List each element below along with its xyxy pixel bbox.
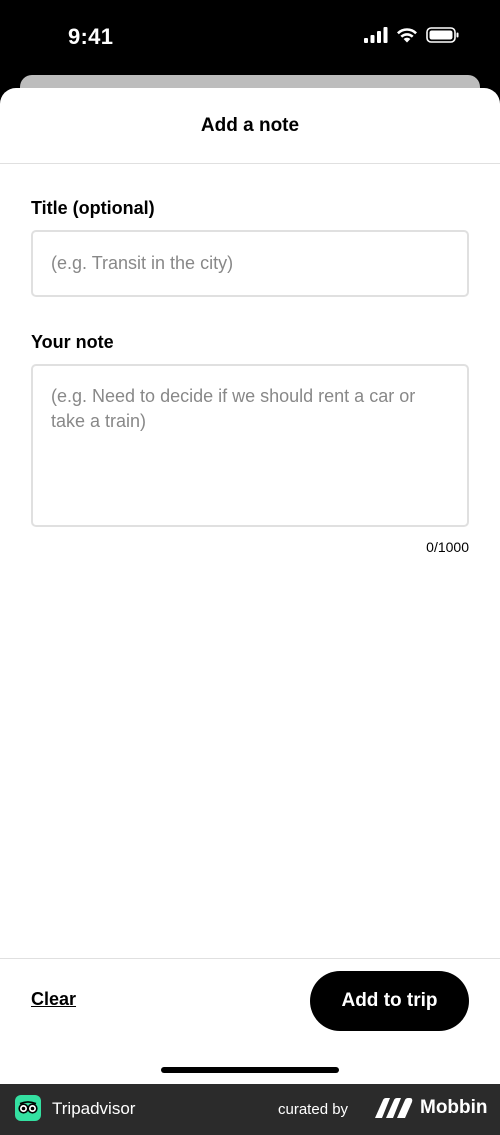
sheet-title: Add a note	[200, 114, 300, 136]
tripadvisor-logo-icon	[15, 1095, 41, 1121]
title-field-label: Title (optional)	[31, 198, 155, 218]
attribution-bar: Tripadvisor curated by Mobbin	[0, 1084, 500, 1135]
note-textarea[interactable]	[33, 366, 467, 525]
battery-icon	[426, 27, 459, 43]
sheet-header: Add a note	[0, 88, 500, 164]
status-time: 9:41	[68, 24, 114, 49]
sheet-footer: Clear Add to trip	[0, 958, 500, 1084]
status-icons	[364, 27, 460, 43]
signal-icon	[364, 27, 388, 43]
title-input-container	[31, 230, 469, 297]
mobbin-logo-icon	[375, 1098, 413, 1118]
note-input-container	[31, 364, 469, 527]
curator-name: Mobbin	[420, 1097, 488, 1118]
home-indicator	[161, 1067, 339, 1073]
wifi-icon	[397, 28, 417, 43]
note-field-label: Your note	[31, 332, 114, 352]
brand-name: Tripadvisor	[52, 1099, 136, 1118]
add-to-trip-button[interactable]: Add to trip	[310, 971, 469, 1031]
character-counter: 0/1000	[426, 539, 469, 555]
clear-button[interactable]: Clear	[31, 989, 76, 1010]
add-note-sheet: Add a note Title (optional) Your note 0/…	[0, 88, 500, 1084]
status-bar: 9:41	[0, 0, 500, 75]
curated-by-text: curated by	[278, 1101, 349, 1118]
title-input[interactable]	[33, 232, 467, 295]
